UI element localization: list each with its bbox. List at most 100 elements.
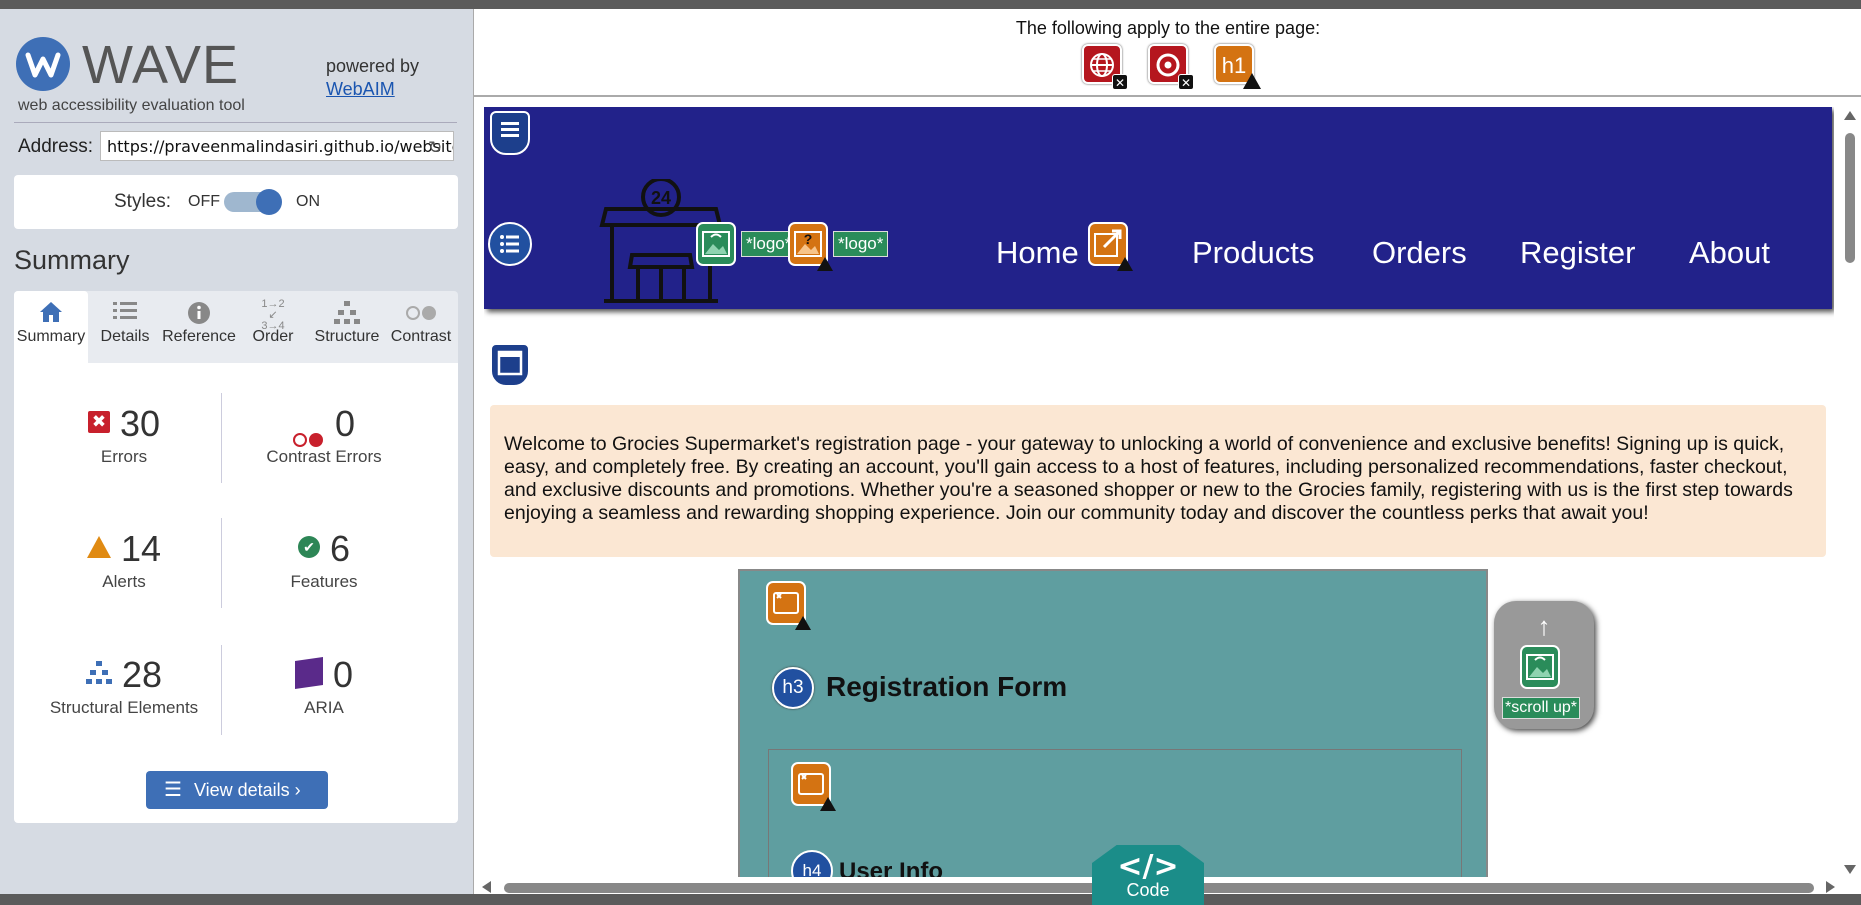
alt-missing-image-icon[interactable]: ? (788, 222, 833, 271)
panel-tabs: Summary Details Reference 1→2 ↙ 3→4 Order (14, 291, 458, 363)
alert-icon (1243, 73, 1261, 89)
nav-link-about[interactable]: About (1689, 235, 1770, 271)
page-preview: The following apply to the entire page: … (473, 9, 1861, 894)
code-label: Code (1126, 880, 1170, 900)
features-label: Features (290, 572, 358, 591)
contrast-errors-label: Contrast Errors (266, 447, 382, 466)
error-x-icon: ✕ (1112, 74, 1128, 90)
aria-stat: 0 ARIA (224, 654, 424, 718)
h1-missing-icon[interactable]: h1 (1214, 44, 1261, 89)
styles-on-label: ON (296, 193, 320, 210)
wave-title: WAVE (82, 35, 240, 95)
vertical-scroll-thumb[interactable] (1845, 133, 1855, 263)
page-wide-issues: The following apply to the entire page: … (474, 9, 1861, 97)
redundant-link-icon[interactable] (1088, 222, 1133, 271)
vertical-scrollbar[interactable] (1839, 109, 1859, 879)
store-number: 24 (651, 188, 671, 208)
scroll-down-arrow-icon[interactable] (1844, 865, 1856, 874)
tab-summary[interactable]: Summary (14, 291, 88, 363)
nav-link-home[interactable]: Home (996, 235, 1079, 271)
arrow-up-icon: ↑ (1537, 611, 1551, 641)
nav-link-register[interactable]: Register (1520, 235, 1635, 271)
page-wide-heading: The following apply to the entire page: (1015, 18, 1321, 38)
fieldset-missing-legend-icon[interactable] (766, 581, 811, 630)
address-bar: Address: https://praveenmalindasiri.gith… (18, 129, 458, 163)
navigation-icon[interactable] (488, 222, 532, 266)
feature-check-icon: ✔ (297, 536, 320, 559)
powered-by: powered by WebAIM (326, 55, 419, 101)
tab-label: Contrast (390, 328, 452, 345)
alerts-count: 14 (120, 528, 162, 569)
tab-details[interactable]: Details (88, 291, 162, 363)
view-details-label: View details › (193, 780, 301, 800)
fieldset-missing-legend-icon[interactable] (791, 762, 836, 811)
h3-heading-icon[interactable]: h3 (772, 667, 814, 709)
tab-label: Structure (314, 328, 380, 345)
error-icon: ✖ (87, 411, 110, 434)
tab-structure[interactable]: Structure (310, 291, 384, 363)
errors-label: Errors (100, 447, 148, 466)
alert-icon (820, 797, 836, 811)
aria-label: ARIA (304, 698, 344, 717)
wave-logo: WAVE web accessibility evaluation tool p… (14, 29, 454, 114)
tab-label: Reference (162, 328, 236, 345)
scroll-right-arrow-icon[interactable] (1826, 881, 1835, 893)
structure-icon (310, 291, 384, 325)
tab-reference[interactable]: Reference (162, 291, 236, 363)
aria-count: 0 (332, 654, 354, 695)
scroll-left-arrow-icon[interactable] (482, 881, 491, 893)
logo-alt-label: *logo* (833, 231, 889, 257)
home-icon (14, 291, 88, 325)
alert-icon (817, 257, 833, 271)
scroll-up-button[interactable]: ↑ *scroll up* (1494, 601, 1594, 729)
code-toggle-button[interactable]: </> Code (1092, 845, 1204, 905)
wave-sidebar: WAVE web accessibility evaluation tool p… (0, 9, 473, 894)
styles-label: Styles: (114, 191, 172, 212)
wave-logo-icon (16, 37, 70, 91)
linked-image-icon[interactable] (1520, 645, 1560, 689)
info-icon (162, 291, 236, 325)
tab-contrast[interactable]: Contrast (384, 291, 458, 363)
structure-icon (85, 652, 112, 694)
tab-order[interactable]: 1→2 ↙ 3→4 Order (236, 291, 310, 363)
summary-heading: Summary (14, 245, 130, 275)
autoplay-icon[interactable]: ✕ (1148, 44, 1194, 90)
structural-stat: 28 Structural Elements (24, 654, 224, 718)
wave-subtitle: web accessibility evaluation tool (18, 97, 245, 114)
reload-icon[interactable]: ↻ (428, 138, 442, 158)
nav-link-orders[interactable]: Orders (1372, 235, 1467, 271)
view-details-button[interactable]: ☰ View details › (146, 771, 328, 809)
alert-icon (1117, 257, 1133, 271)
alerts-stat: 14 Alerts (24, 528, 224, 592)
tab-label: Details (100, 328, 150, 345)
browser-window: WAVE web accessibility evaluation tool p… (0, 9, 1861, 905)
header-region-icon[interactable] (490, 111, 530, 155)
structural-label: Structural Elements (49, 698, 199, 717)
h4-heading-icon[interactable]: h4 (791, 850, 833, 877)
main-region-icon[interactable] (490, 343, 530, 387)
summary-panel: ✖ 30 Errors 0 Contrast Errors 14 Alerts ✔… (14, 363, 458, 823)
webaim-link[interactable]: WebAIM (326, 78, 419, 101)
styles-toggle-card: Styles: OFF ON (14, 175, 458, 229)
linked-image-icon[interactable] (696, 222, 736, 266)
svg-text:?: ? (804, 231, 813, 247)
order-icon: 1→2 ↙ 3→4 (261, 298, 285, 332)
features-count: 6 (329, 528, 351, 569)
styles-toggle-knob[interactable] (256, 189, 282, 215)
address-input[interactable]: https://praveenmalindasiri.github.io/web… (100, 131, 454, 161)
code-icon: </> (1117, 849, 1179, 884)
form-title: Registration Form (826, 671, 1068, 702)
tab-label: Order (252, 328, 294, 345)
registration-form: h3 Registration Form h4 User Info (738, 569, 1488, 877)
errors-stat: ✖ 30 Errors (24, 403, 224, 467)
errors-count: 30 (119, 403, 161, 444)
user-info-heading: User Info (839, 858, 944, 877)
contrast-errors-count: 0 (334, 403, 356, 444)
contrast-icon (384, 291, 458, 325)
scroll-up-arrow-icon[interactable] (1844, 111, 1856, 120)
language-missing-icon[interactable]: ✕ (1082, 44, 1128, 90)
alerts-label: Alerts (102, 572, 146, 591)
styles-off-label: OFF (188, 193, 220, 210)
nav-link-products[interactable]: Products (1192, 235, 1314, 271)
tab-label: Summary (16, 328, 86, 345)
